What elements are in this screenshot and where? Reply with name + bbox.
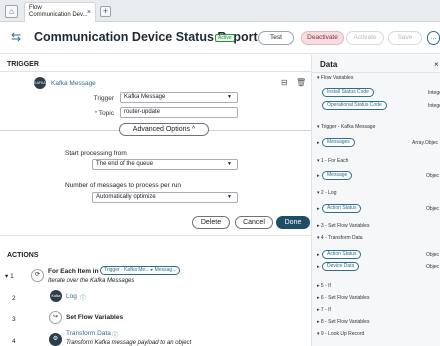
messages-per-run-label: Number of messages to process per run [65, 182, 181, 189]
start-processing-select[interactable]: The end of the queue ▼ [92, 159, 238, 170]
tab-label-line1: Flow [29, 5, 42, 11]
data-type: Array.Objec [412, 140, 439, 146]
expand-icon[interactable]: ▸ [317, 206, 320, 212]
close-icon[interactable]: × [434, 60, 439, 69]
data-group-if[interactable]: ▸ 7 - If [317, 307, 331, 313]
done-button[interactable]: Done [276, 216, 310, 229]
data-group-log[interactable]: ▾ 2 - Log [317, 190, 336, 196]
trash-icon[interactable]: 🗑 [296, 78, 306, 87]
topic-input[interactable]: router-update [120, 107, 238, 118]
action-number: ▾ 1 [5, 273, 14, 280]
data-type: Intege [428, 90, 440, 96]
data-type: Objec [426, 252, 440, 258]
delete-button[interactable]: Delete [192, 216, 230, 229]
data-type: Objec [426, 173, 440, 179]
status-badge: Active [215, 34, 235, 42]
data-group-if[interactable]: ▸ 5 - If [317, 283, 331, 289]
flow-icon: ⇆ [11, 30, 22, 44]
data-group-for-each[interactable]: ▾ 1 - For Each [317, 158, 348, 164]
save-button[interactable]: Save [388, 31, 422, 45]
tab-bar: ⌂ Flow Communication Dev... × + [0, 0, 440, 22]
set-variables-icon: ↪ [49, 311, 62, 324]
data-pill[interactable]: Message [322, 171, 353, 180]
action-icon: Kafka [50, 290, 62, 302]
expand-icon[interactable]: ▸ [317, 173, 320, 179]
action-number: 3 [12, 316, 16, 323]
advanced-options-toggle[interactable]: Advanced Options ^ [119, 123, 209, 136]
data-group-set-flow-variables[interactable]: ▸ 8 - Set Flow Variables [317, 319, 369, 325]
divider [0, 71, 311, 72]
actions-section-title: ACTIONS [7, 252, 39, 259]
data-panel: Data × ▾ Flow Variables Install Status C… [311, 55, 440, 346]
trigger-select[interactable]: Kafka Message ▼ [120, 92, 238, 103]
expand-icon[interactable]: ▸ [317, 264, 320, 270]
data-pill[interactable]: Trigger - Kafka Me... ▸ Messag... [100, 266, 181, 275]
action-title[interactable]: Transform Data [66, 330, 111, 337]
trigger-name-link[interactable]: Kafka Message [51, 80, 96, 87]
action-description: Transform Kafka message payload to an ob… [66, 340, 192, 346]
action-description: Iterate over the Kafka Messages [48, 278, 135, 284]
topic-label: * Topic [94, 110, 114, 117]
data-group-set-flow-variables[interactable]: ▸ 6 - Set Flow Variables [317, 295, 369, 301]
action-title: Set Flow Variables [66, 314, 124, 321]
flow-header: ⇆ Communication Device Status Report Act… [0, 22, 440, 54]
info-icon: ⓘ [80, 296, 87, 302]
trigger-select-value: Kafka Message [124, 94, 166, 100]
kafka-icon: KAFKA [34, 77, 46, 89]
cancel-button[interactable]: Cancel [235, 216, 273, 229]
data-group-look-up-record[interactable]: ▾ 9 - Look Up Record [317, 331, 364, 337]
tab-label-line2: Communication Dev... [29, 12, 88, 18]
expand-icon[interactable]: ▸ [317, 252, 320, 258]
activate-button[interactable]: Activate [346, 31, 384, 45]
info-icon: ⓘ [112, 333, 119, 339]
more-options-button[interactable]: ... [427, 31, 440, 45]
trigger-section-title: TRIGGER [7, 61, 39, 68]
data-group-trigger[interactable]: ▾ Trigger - Kafka Message [317, 124, 375, 130]
start-processing-label: Start processing from [65, 150, 127, 157]
collapse-icon[interactable]: ⊟ [281, 78, 288, 87]
data-group-set-flow-variables[interactable]: ▸ 3 - Set Flow Variables [317, 223, 369, 229]
action-title[interactable]: Log [66, 293, 77, 300]
messages-per-run-select[interactable]: Automatically optimize ▼ [92, 192, 238, 203]
data-group-transform-data[interactable]: ▾ 4 - Transform Data [317, 235, 363, 241]
divider [312, 72, 440, 73]
chevron-down-icon: ▼ [227, 94, 232, 100]
data-pill[interactable]: Action Status [322, 250, 362, 259]
data-pill[interactable]: Device Data [322, 262, 360, 271]
start-processing-value: The end of the queue [96, 161, 154, 167]
data-pill[interactable]: Action Status [322, 204, 362, 213]
chevron-down-icon: ▼ [227, 194, 232, 200]
transform-icon: ⚙ [49, 333, 62, 346]
action-number: 2 [12, 295, 16, 302]
loop-icon: ⟳ [31, 269, 44, 282]
close-tab-icon[interactable]: × [87, 9, 91, 16]
home-icon[interactable]: ⌂ [5, 5, 18, 18]
chevron-down-icon: ▼ [227, 161, 232, 167]
data-type: Objec [426, 264, 440, 270]
action-number: 4 [12, 338, 16, 345]
test-button[interactable]: Test [258, 31, 294, 45]
action-title: For Each Item in [48, 268, 99, 275]
add-tab-button[interactable]: + [100, 6, 111, 17]
tab-flow[interactable]: Flow Communication Dev... × [24, 2, 96, 22]
flow-editor: TRIGGER KAFKA Kafka Message ⊟ 🗑 Trigger … [0, 55, 311, 346]
data-type: Intege [428, 103, 440, 109]
data-pill[interactable]: Operational Status Code [322, 101, 387, 110]
messages-per-run-value: Automatically optimize [96, 194, 156, 200]
expand-icon[interactable]: ▸ [317, 140, 320, 146]
data-pill[interactable]: Install Status Code [322, 88, 374, 97]
deactivate-button[interactable]: Deactivate [301, 31, 344, 45]
divider [0, 235, 311, 236]
data-pill[interactable]: Messages [322, 138, 355, 147]
data-group-flow-variables[interactable]: ▾ Flow Variables [317, 75, 353, 81]
trigger-label: Trigger [93, 95, 114, 102]
data-type: Objec [426, 206, 440, 212]
data-panel-title: Data [320, 60, 338, 69]
